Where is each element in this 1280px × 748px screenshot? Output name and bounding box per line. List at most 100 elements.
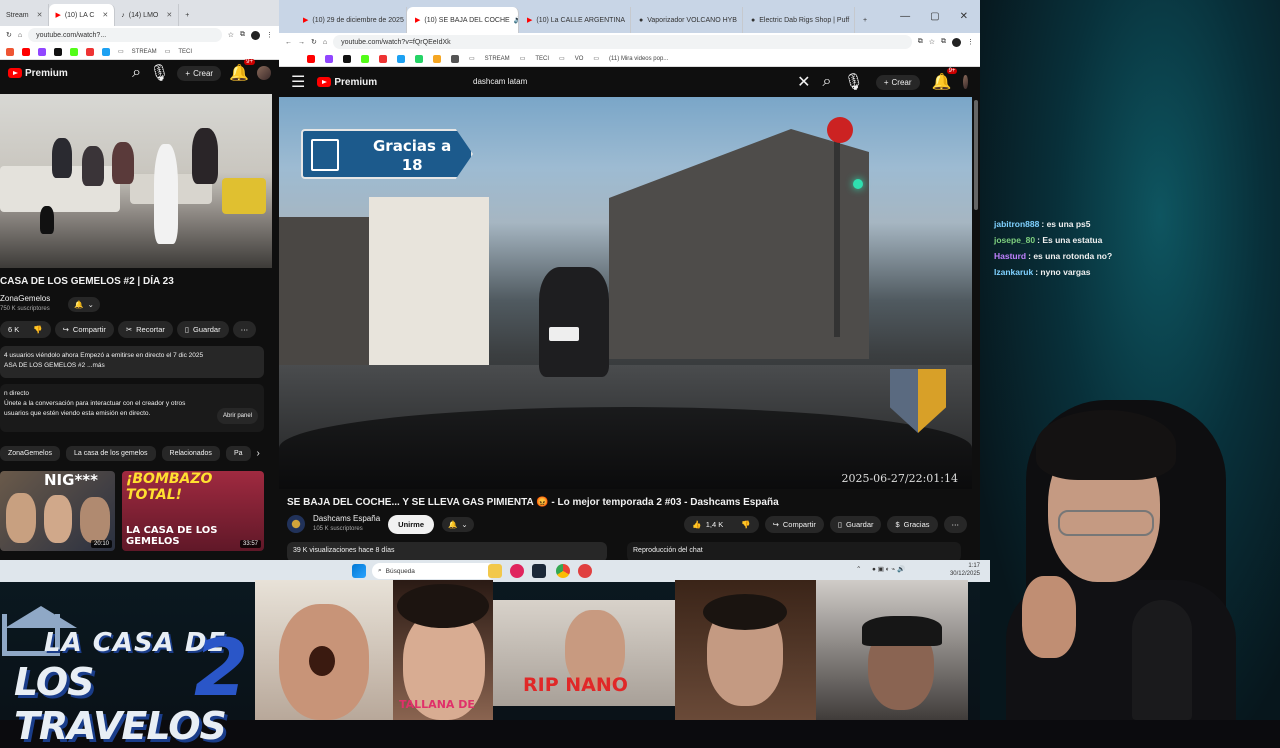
new-tab-button[interactable]: +: [855, 7, 875, 33]
steam-icon[interactable]: [532, 564, 546, 578]
app-icon[interactable]: [510, 564, 524, 578]
bookmark-folder[interactable]: STREAM: [485, 56, 510, 62]
chip[interactable]: ZonaGemelos: [0, 446, 60, 461]
channel-name[interactable]: ZonaGemelos: [0, 294, 50, 304]
minimize-icon[interactable]: —: [900, 11, 910, 22]
bookmark-icon[interactable]: [6, 47, 14, 56]
browser-tab-active[interactable]: ▶ (10) LA C ✕: [49, 4, 116, 26]
search-icon[interactable]: ⌕: [823, 73, 832, 91]
create-button[interactable]: + Crear: [177, 65, 222, 81]
browser-tab[interactable]: ●Vaporizador VOLCANO HYB✕: [631, 7, 743, 33]
tiktok-bookmark-icon[interactable]: [54, 47, 62, 56]
bookmark-folder[interactable]: (11) Mira videos pop...: [609, 56, 668, 62]
recommended-video-thumbnail[interactable]: ¡BOMBAZO TOTAL! LA CASA DE LOS GEMELOS 3…: [122, 471, 264, 551]
browser-tab[interactable]: ♪ (14) LMO ✕: [115, 4, 180, 26]
video-player[interactable]: [0, 94, 272, 268]
chat-username[interactable]: Hasturd: [994, 251, 1026, 261]
more-button[interactable]: ⋯: [943, 515, 967, 533]
kick-bookmark-icon[interactable]: [70, 47, 78, 56]
avatar[interactable]: [257, 66, 271, 80]
new-tab-button[interactable]: +: [179, 4, 195, 26]
like-dislike-button[interactable]: 👍 1,4 K 👎: [684, 515, 759, 533]
save-button[interactable]: ▯ Guardar: [829, 515, 882, 533]
menu-icon[interactable]: ⋮: [967, 38, 974, 46]
bell-icon[interactable]: 🔔 9+: [932, 68, 958, 92]
open-panel-button[interactable]: Abrir panel: [216, 408, 258, 424]
browser-tab[interactable]: Stream ✕: [0, 4, 50, 26]
tray-icons[interactable]: ● ▣ ◐ ⌁ 🔊: [872, 565, 905, 573]
create-button[interactable]: + Crear: [875, 74, 920, 90]
star-icon[interactable]: ☆: [929, 38, 935, 46]
mic-icon[interactable]: 🎙: [844, 72, 864, 92]
back-icon[interactable]: ←: [285, 39, 292, 46]
home-icon[interactable]: ⌂: [323, 39, 327, 46]
close-icon[interactable]: ✕: [960, 11, 968, 22]
notification-bell-button[interactable]: 🔔 ⌄: [442, 516, 474, 532]
start-icon[interactable]: [352, 564, 366, 578]
extensions-icon[interactable]: ⧉: [941, 38, 946, 46]
taskbar-clock[interactable]: 1:17 30/12/2025: [950, 562, 980, 578]
bookmark-icon[interactable]: [102, 47, 110, 56]
chip[interactable]: Relacionados: [161, 446, 220, 461]
mic-icon[interactable]: 🎙: [149, 63, 169, 83]
maximize-icon[interactable]: ▢: [930, 11, 939, 22]
bookmark-icon[interactable]: [86, 47, 94, 56]
browser-tab[interactable]: ▶(10) 29 de diciembre de 2025✕: [295, 7, 407, 33]
forward-icon[interactable]: →: [298, 39, 305, 46]
scrollbar[interactable]: [974, 100, 978, 210]
description-box[interactable]: 4 usuarios viéndolo ahora Empezó a emiti…: [0, 346, 264, 378]
like-dislike-button[interactable]: 6 K 👎: [0, 321, 51, 338]
chat-username[interactable]: josepe_80: [994, 235, 1035, 245]
browser-tab[interactable]: ▶(10) La CALLE ARGENTINA✕: [519, 7, 631, 33]
browser-tab-active[interactable]: ▶(10) SE BAJA DEL COCHE🔊✕: [407, 7, 519, 33]
menu-icon[interactable]: ⋮: [266, 31, 273, 39]
bookmark-folder[interactable]: TECI: [535, 56, 549, 62]
youtube-bookmark-icon[interactable]: [22, 47, 30, 56]
close-icon[interactable]: ✕: [166, 11, 172, 19]
join-button[interactable]: Unirme: [388, 514, 434, 534]
channel-name[interactable]: Dashcams España: [313, 514, 380, 524]
bookmark-folder[interactable]: TECI: [178, 49, 192, 55]
close-icon[interactable]: ✕: [37, 11, 43, 19]
chrome-icon[interactable]: [556, 564, 570, 578]
thanks-button[interactable]: $ Gracias: [887, 515, 938, 533]
tiktok-bookmark-icon[interactable]: [343, 54, 351, 63]
save-button[interactable]: ▯ Guardar: [176, 321, 229, 338]
chip[interactable]: La casa de los gemelos: [65, 446, 156, 461]
search-icon[interactable]: ⌕: [132, 64, 141, 82]
video-player[interactable]: Gracias a 18 2025-06-27/22:01:14: [279, 97, 972, 489]
avatar[interactable]: [963, 75, 968, 89]
profile-avatar[interactable]: [952, 37, 961, 47]
twitch-bookmark-icon[interactable]: [38, 47, 46, 56]
more-button[interactable]: ⋯: [232, 321, 257, 338]
whatsapp-bookmark-icon[interactable]: [415, 54, 423, 63]
search-input[interactable]: dashcam latam: [463, 71, 731, 91]
chat-username[interactable]: jabitron888: [994, 219, 1039, 229]
taskbar-search[interactable]: ⌕ Búsqueda: [372, 563, 496, 579]
youtube-logo[interactable]: Premium: [317, 77, 377, 88]
bell-icon[interactable]: 🔔 9+: [229, 59, 255, 83]
bookmark-folder[interactable]: STREAM: [132, 49, 157, 55]
install-icon[interactable]: ⧉: [918, 38, 923, 46]
twitch-bookmark-icon[interactable]: [325, 54, 333, 63]
description-box[interactable]: 39 K visualizaciones hace 8 días: [287, 542, 607, 560]
channel-avatar[interactable]: [287, 515, 305, 533]
chevron-up-icon[interactable]: ⌃: [856, 565, 861, 573]
chat-replay-box[interactable]: Reproducción del chat: [627, 542, 961, 560]
bookmark-icon[interactable]: [433, 54, 441, 63]
youtube-logo[interactable]: Premium: [8, 68, 68, 79]
share-button[interactable]: ↪ Compartir: [54, 321, 114, 338]
url-field[interactable]: youtube.com/watch?...: [28, 28, 222, 42]
hamburger-icon[interactable]: ☰: [291, 72, 305, 92]
star-icon[interactable]: ☆: [228, 31, 234, 39]
chat-username[interactable]: Izankaruk: [994, 267, 1033, 277]
bookmark-icon[interactable]: [451, 54, 459, 63]
youtube-bookmark-icon[interactable]: [307, 54, 315, 63]
url-field[interactable]: youtube.com/watch?v=fQrQEeIdXk: [333, 35, 912, 49]
profile-avatar[interactable]: [251, 30, 260, 40]
kick-bookmark-icon[interactable]: [361, 54, 369, 63]
extensions-icon[interactable]: ⧉: [240, 31, 245, 39]
obs-icon[interactable]: [578, 564, 592, 578]
browser-tab[interactable]: ●Electric Dab Rigs Shop | Puff✕: [743, 7, 855, 33]
chip[interactable]: Pa: [225, 446, 251, 461]
